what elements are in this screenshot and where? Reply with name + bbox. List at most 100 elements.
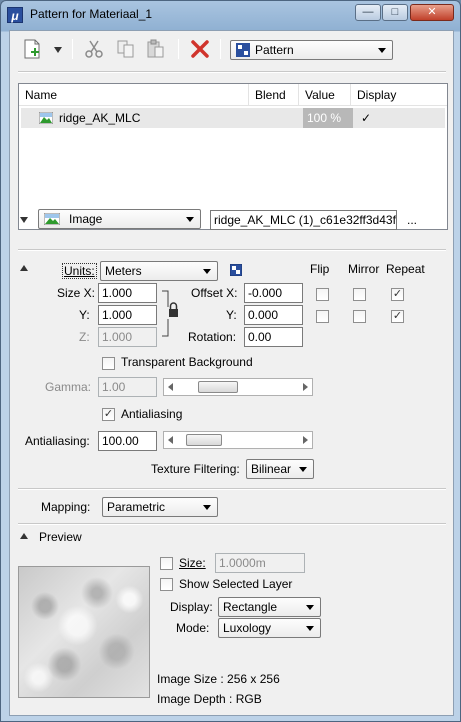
layer-blend xyxy=(253,108,293,128)
slider-right-arrow-icon[interactable] xyxy=(303,436,308,444)
texture-filtering-dropdown[interactable]: Bilinear xyxy=(246,459,314,479)
size-y-field[interactable]: 1.000 xyxy=(98,305,157,325)
mode-dropdown[interactable]: Luxology xyxy=(218,618,321,638)
antialiasing-checkbox[interactable]: ✓ xyxy=(102,408,115,421)
collapse-units-icon[interactable] xyxy=(20,265,28,271)
gamma-label: Gamma: xyxy=(45,380,92,394)
pattern-type-dropdown[interactable]: Pattern xyxy=(230,40,393,60)
table-header: Name Blend Value Display xyxy=(19,84,447,106)
gamma-slider-thumb[interactable] xyxy=(198,381,238,393)
offset-x-field[interactable]: -0.000 xyxy=(244,283,303,303)
flip-header: Flip xyxy=(310,262,330,276)
antialiasing-field[interactable]: 100.00 xyxy=(98,431,157,451)
slider-left-arrow-icon[interactable] xyxy=(168,436,173,444)
divider xyxy=(18,71,446,73)
preview-title: Preview xyxy=(39,530,82,544)
preview-size-label: Size: xyxy=(179,556,206,570)
transparent-background-checkbox[interactable] xyxy=(102,357,115,370)
offset-y-label: Y: xyxy=(226,308,237,322)
collapse-preview-icon[interactable] xyxy=(20,533,28,539)
layer-name: ridge_AK_MLC (1)_c61e32ff3d43f... xyxy=(59,111,141,125)
mapping-label: Mapping: xyxy=(41,500,91,514)
layer-table: Name Blend Value Display ridge_AK_MLC (1… xyxy=(18,83,448,230)
column-header-display[interactable]: Display xyxy=(351,84,447,106)
repeat-x-checkbox[interactable]: ✓ xyxy=(391,288,404,301)
units-value: Meters xyxy=(105,264,142,278)
layer-value[interactable]: 100 % xyxy=(303,108,353,128)
units-settings-icon[interactable] xyxy=(230,264,242,276)
copy-button[interactable] xyxy=(114,37,138,61)
toolbar-separator xyxy=(220,39,221,59)
new-layer-button[interactable] xyxy=(20,37,44,61)
toolbar: Pattern xyxy=(10,31,453,65)
cut-icon xyxy=(85,40,103,58)
repeat-y-checkbox[interactable]: ✓ xyxy=(391,310,404,323)
lock-aspect-icon[interactable] xyxy=(160,289,182,339)
display-value: Rectangle xyxy=(223,600,278,614)
collapse-source-icon[interactable] xyxy=(20,217,28,223)
mirror-x-checkbox[interactable] xyxy=(353,288,366,301)
flip-x-checkbox[interactable] xyxy=(316,288,329,301)
copy-icon xyxy=(117,40,134,58)
layer-display-check[interactable]: ✓ xyxy=(361,108,391,128)
antialiasing-slider-thumb[interactable] xyxy=(186,434,222,446)
mapping-dropdown[interactable]: Parametric xyxy=(102,497,218,517)
gamma-field[interactable]: 1.00 xyxy=(98,377,157,397)
pattern-icon xyxy=(236,43,250,57)
pattern-type-value: Pattern xyxy=(255,43,294,57)
preview-size-field[interactable]: 1.0000m xyxy=(215,553,305,573)
mirror-y-checkbox[interactable] xyxy=(353,310,366,323)
browse-button[interactable]: ... xyxy=(407,213,417,227)
table-row[interactable]: ridge_AK_MLC (1)_c61e32ff3d43f... 100 % … xyxy=(21,108,445,128)
source-type-dropdown[interactable]: Image xyxy=(38,209,201,229)
offset-y-field[interactable]: 0.000 xyxy=(244,305,303,325)
image-depth-info: Image Depth : RGB xyxy=(157,692,262,706)
units-dropdown[interactable]: Meters xyxy=(100,261,218,281)
column-header-value[interactable]: Value xyxy=(299,84,351,106)
flip-y-checkbox[interactable] xyxy=(316,310,329,323)
new-icon xyxy=(24,39,40,59)
source-type-value: Image xyxy=(69,212,103,226)
divider xyxy=(18,249,446,251)
dialog-client-area: Pattern Name Blend Value Display ridge_A… xyxy=(9,30,454,716)
paste-button[interactable] xyxy=(144,37,168,61)
texture-preview-image xyxy=(18,566,150,698)
title-bar[interactable]: μ Pattern for Materiaal_1 — □ ✕ xyxy=(1,1,460,28)
new-dropdown-arrow-icon[interactable] xyxy=(54,47,62,53)
antialiasing-slider[interactable] xyxy=(163,431,313,449)
preview-size-checkbox[interactable] xyxy=(160,557,173,570)
antialiasing-check-label: Antialiasing xyxy=(121,407,183,421)
offset-x-label: Offset X: xyxy=(191,286,238,300)
column-header-blend[interactable]: Blend xyxy=(249,84,299,106)
repeat-header: Repeat xyxy=(386,262,425,276)
maximize-button[interactable]: □ xyxy=(382,4,408,21)
cut-button[interactable] xyxy=(82,37,106,61)
gamma-slider[interactable] xyxy=(163,378,313,396)
mapping-value: Parametric xyxy=(107,500,166,514)
close-button[interactable]: ✕ xyxy=(410,4,454,21)
show-selected-layer-label: Show Selected Layer xyxy=(179,577,293,591)
size-y-label: Y: xyxy=(79,308,90,322)
chevron-down-icon xyxy=(203,269,211,274)
size-z-label: Z: xyxy=(79,330,90,344)
mode-value: Luxology xyxy=(223,621,272,635)
image-layer-icon xyxy=(39,112,53,124)
size-z-field[interactable]: 1.000 xyxy=(98,327,157,347)
toolbar-separator xyxy=(72,39,73,59)
slider-left-arrow-icon[interactable] xyxy=(168,383,173,391)
delete-button[interactable] xyxy=(188,37,212,61)
image-size-info: Image Size : 256 x 256 xyxy=(157,672,280,686)
mode-label: Mode: xyxy=(176,621,210,635)
show-selected-layer-checkbox[interactable] xyxy=(160,578,173,591)
slider-right-arrow-icon[interactable] xyxy=(303,383,308,391)
display-dropdown[interactable]: Rectangle xyxy=(218,597,321,617)
window-title: Pattern for Materiaal_1 xyxy=(30,7,153,21)
microstation-logo-icon: μ xyxy=(7,7,23,23)
size-x-field[interactable]: 1.000 xyxy=(98,283,157,303)
pattern-dialog-window: μ Pattern for Materiaal_1 — □ ✕ Pattern … xyxy=(0,0,461,722)
display-label: Display: xyxy=(170,600,213,614)
column-header-name[interactable]: Name xyxy=(19,84,249,106)
image-file-field[interactable]: ridge_AK_MLC (1)_c61e32ff3d43fd xyxy=(210,210,397,230)
rotation-field[interactable]: 0.00 xyxy=(244,327,303,347)
minimize-button[interactable]: — xyxy=(355,4,381,21)
